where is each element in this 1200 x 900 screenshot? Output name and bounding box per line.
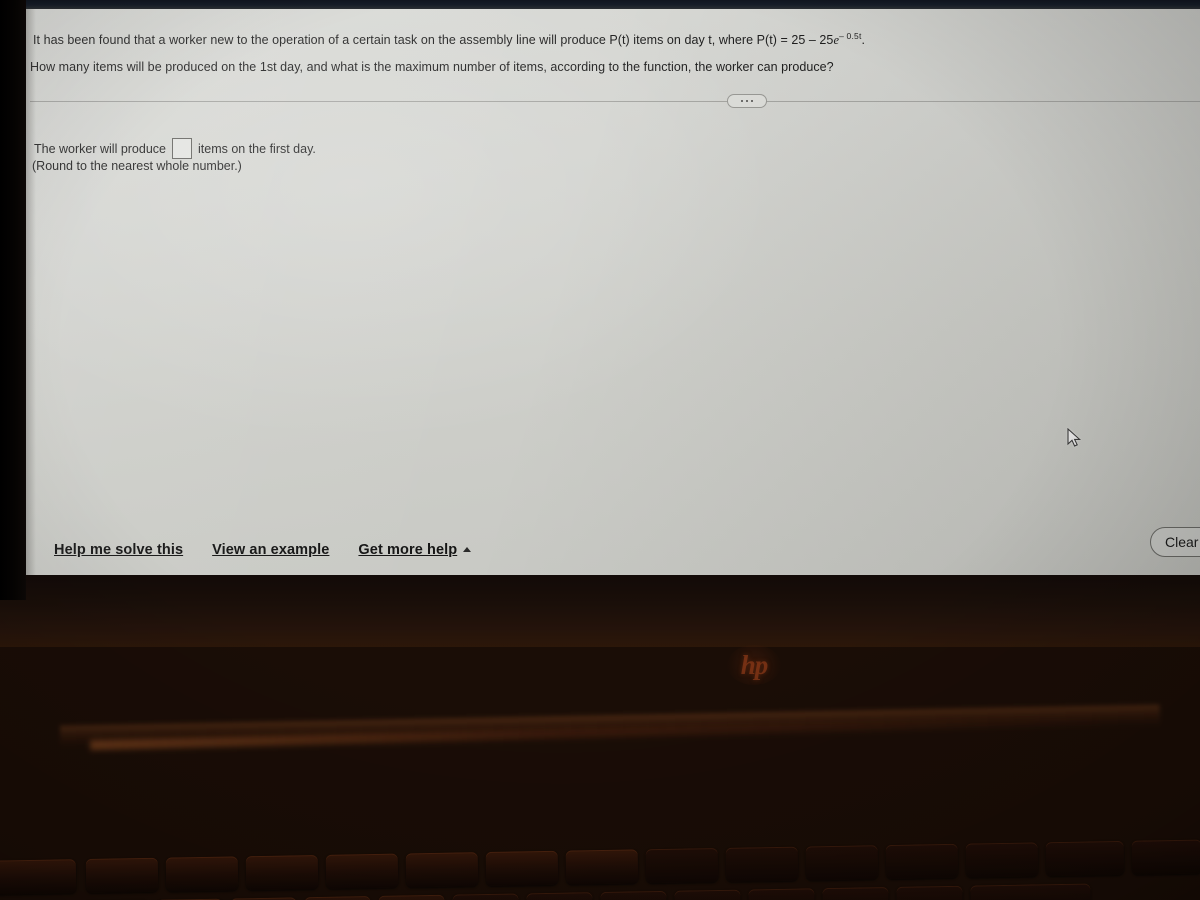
- ellipsis-dot: [745, 99, 749, 103]
- key-f8-prev[interactable]: [645, 847, 719, 884]
- exponential-formula: e– 0.5t: [833, 31, 862, 47]
- section-divider: [30, 101, 1200, 102]
- ellipsis-dot: [740, 99, 744, 103]
- mouse-cursor: [1067, 428, 1082, 447]
- key-minus[interactable]: [822, 887, 889, 900]
- hp-logo: hp: [727, 645, 781, 685]
- key-f2[interactable]: [165, 856, 239, 892]
- key-f9-play[interactable]: [725, 846, 799, 882]
- exercise-action-links: Help me solve this View an example Get m…: [54, 542, 472, 558]
- answer-input[interactable]: [172, 138, 192, 159]
- left-bezel: [0, 0, 26, 600]
- key-f7-volup[interactable]: [565, 849, 639, 885]
- view-an-example-link[interactable]: View an example: [212, 542, 329, 558]
- screen-bottom-bezel: [0, 575, 1200, 647]
- mathxl-exercise-page: It has been found that a worker new to t…: [22, 8, 1200, 575]
- key-f12-airplane[interactable]: [965, 842, 1039, 878]
- key-f4[interactable]: [325, 853, 399, 889]
- key-8[interactable]: [600, 890, 667, 900]
- get-more-help-label: Get more help: [358, 542, 458, 558]
- question-text-before-formula: It has been found that a worker new to t…: [33, 33, 834, 48]
- key-9[interactable]: [674, 889, 741, 900]
- ellipsis-dot: [750, 99, 754, 103]
- question-line-1: It has been found that a worker new to t…: [33, 29, 865, 48]
- answer-statement-row: The worker will produce items on the fir…: [34, 138, 316, 159]
- chevron-up-icon: [463, 547, 472, 552]
- get-more-help-link[interactable]: Get more help: [358, 542, 472, 558]
- answer-prefix-label: The worker will produce: [34, 141, 166, 156]
- key-backspace[interactable]: [970, 883, 1091, 900]
- key-print-screen[interactable]: [1045, 840, 1125, 877]
- key-esc[interactable]: [0, 859, 77, 895]
- key-f6-voldown[interactable]: [485, 850, 559, 887]
- key-f10-next[interactable]: [805, 845, 879, 881]
- key-4[interactable]: [304, 896, 371, 900]
- key-f3[interactable]: [245, 854, 319, 891]
- answer-suffix-label: items on the first day.: [198, 141, 316, 156]
- key-6[interactable]: [452, 893, 519, 900]
- clear-all-button[interactable]: Clear: [1150, 527, 1200, 557]
- key-f1[interactable]: [85, 857, 159, 894]
- photograph-of-laptop-screen: hp It has been found that a worker new t…: [0, 0, 1200, 900]
- laptop-screen: It has been found that a worker new to t…: [22, 8, 1200, 575]
- key-equals[interactable]: [896, 885, 963, 900]
- key-0[interactable]: [748, 888, 815, 900]
- key-f5-mute[interactable]: [405, 852, 479, 888]
- key-5[interactable]: [378, 894, 445, 900]
- help-me-solve-this-link[interactable]: Help me solve this: [54, 542, 183, 558]
- key-7[interactable]: [526, 892, 593, 900]
- expand-ellipsis-button[interactable]: [727, 94, 767, 108]
- key-delete[interactable]: [1131, 839, 1200, 875]
- formula-exponent: – 0.5t: [839, 31, 862, 41]
- formula-period: .: [861, 33, 866, 48]
- top-bezel-strip: [0, 0, 1200, 9]
- question-line-2: How many items will be produced on the 1…: [30, 60, 834, 74]
- rounding-instruction: (Round to the nearest whole number.): [32, 159, 242, 173]
- key-f11[interactable]: [885, 843, 959, 880]
